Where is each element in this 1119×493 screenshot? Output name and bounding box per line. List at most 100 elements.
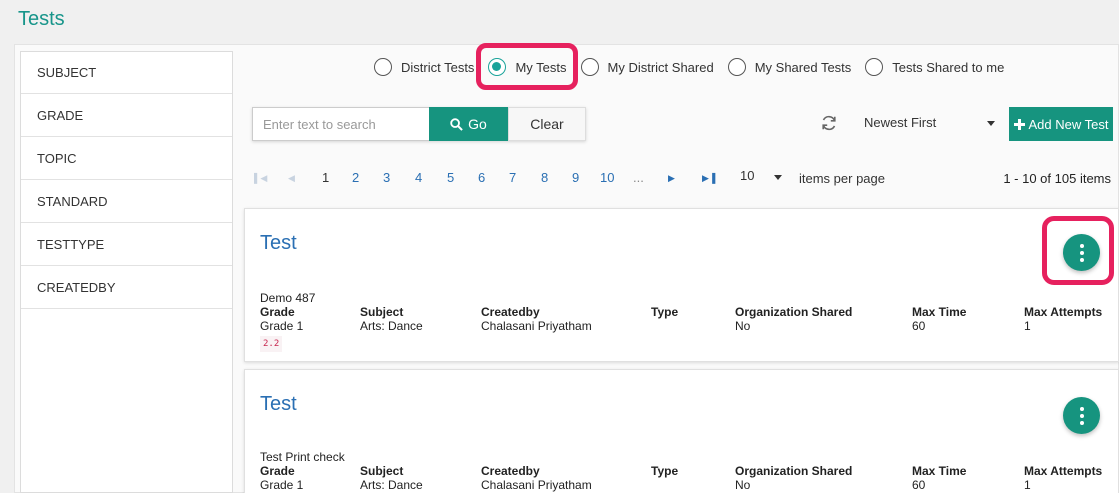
page-link[interactable]: 3 [383, 170, 390, 185]
highlight-box-my-tests [476, 43, 578, 90]
add-new-test-button[interactable]: Add New Test [1009, 107, 1113, 141]
page-ellipsis[interactable]: ... [633, 170, 644, 185]
grade-value: Grade 1 [260, 319, 304, 333]
filter-sidebar: SUBJECT GRADE TOPIC STANDARD TESTTYPE CR… [20, 51, 233, 493]
createdby-column: Createdby Chalasani Priyatham [481, 464, 592, 492]
page-link[interactable]: 8 [541, 170, 548, 185]
page-link[interactable]: 7 [509, 170, 516, 185]
sidebar-item-subject[interactable]: SUBJECT [21, 52, 232, 94]
search-bar: Go Clear [252, 107, 586, 141]
sidebar-item-label: GRADE [37, 107, 84, 123]
go-button[interactable]: Go [429, 107, 508, 141]
items-per-page-select[interactable]: 10 [740, 168, 754, 183]
page-link[interactable]: 6 [478, 170, 485, 185]
column-header: Createdby [481, 305, 540, 319]
column-header: Organization Shared [735, 464, 853, 478]
max-time-column: Max Time 60 [912, 464, 966, 492]
type-column: Type [651, 464, 678, 478]
prev-page-icon[interactable]: ◀ [288, 173, 295, 184]
page-title: Tests [18, 8, 65, 30]
org-shared-value: No [735, 319, 751, 333]
page-link[interactable]: 9 [572, 170, 579, 185]
highlight-box-options [1042, 216, 1114, 285]
grade-column: Grade Grade 1 2.2 [260, 305, 303, 352]
column-header: Grade [260, 305, 295, 319]
radio-button-icon[interactable] [580, 58, 599, 76]
test-card: Test Test Print check Grade Grade 1 Subj… [244, 369, 1119, 493]
grade-value: Grade 1 [260, 478, 304, 492]
radio-my-district-shared[interactable]: My District Shared [580, 58, 714, 76]
sidebar-item-label: TOPIC [37, 150, 77, 166]
search-icon [450, 117, 463, 131]
plus-icon [1013, 118, 1025, 130]
radio-label: Tests Shared to me [892, 59, 1005, 75]
column-header: Max Time [912, 464, 967, 478]
sidebar-item-grade[interactable]: GRADE [21, 94, 232, 137]
radio-button-icon[interactable] [374, 58, 392, 76]
page-link[interactable]: 2 [352, 170, 359, 185]
refresh-icon[interactable] [820, 114, 838, 132]
org-shared-column: Organization Shared No [735, 305, 852, 333]
test-title-link[interactable]: Test [260, 393, 297, 416]
max-time-value: 60 [912, 478, 926, 492]
org-shared-column: Organization Shared No [735, 464, 852, 492]
radio-label: My District Shared [607, 59, 714, 75]
sidebar-item-testtype[interactable]: TESTTYPE [21, 223, 232, 266]
chevron-down-icon[interactable] [774, 175, 782, 180]
standard-tag: 2.2 [260, 336, 283, 352]
sidebar-item-label: TESTTYPE [37, 236, 105, 252]
column-header: Max Attempts [1024, 464, 1103, 478]
radio-my-shared-tests[interactable]: My Shared Tests [727, 58, 852, 76]
more-options-icon[interactable] [1063, 397, 1100, 434]
column-header: Subject [360, 464, 404, 478]
org-shared-value: No [735, 478, 751, 492]
add-new-test-label: Add New Test [1028, 116, 1109, 132]
max-attempts-value: 1 [1024, 319, 1031, 333]
column-header: Type [651, 305, 679, 319]
grade-column: Grade Grade 1 [260, 464, 303, 492]
first-page-icon[interactable]: ▌◀ [254, 173, 267, 184]
radio-button-icon[interactable] [865, 58, 884, 76]
radio-label: My Shared Tests [754, 59, 852, 75]
sidebar-item-createdby[interactable]: CREATEDBY [21, 266, 232, 309]
page-link[interactable]: 5 [447, 170, 454, 185]
test-card: Test Demo 487 Grade Grade 1 2.2 Subject … [244, 208, 1119, 362]
sidebar-item-topic[interactable]: TOPIC [21, 137, 232, 180]
column-header: Max Time [912, 305, 967, 319]
column-header: Organization Shared [735, 305, 853, 319]
page-link[interactable]: 4 [415, 170, 422, 185]
column-header: Max Attempts [1024, 305, 1103, 319]
chevron-down-icon[interactable] [987, 121, 995, 126]
sidebar-item-label: STANDARD [37, 193, 108, 209]
subject-column: Subject Arts: Dance [360, 464, 423, 492]
next-page-icon[interactable]: ▶ [668, 173, 675, 184]
radio-tests-shared-to-me[interactable]: Tests Shared to me [865, 58, 1004, 76]
sidebar-item-standard[interactable]: STANDARD [21, 180, 232, 223]
test-title-link[interactable]: Test [260, 232, 297, 255]
max-attempts-value: 1 [1024, 478, 1031, 492]
max-attempts-column: Max Attempts 1 [1024, 464, 1102, 492]
column-header: Createdby [481, 464, 540, 478]
go-button-label: Go [468, 116, 487, 132]
last-page-icon[interactable]: ▶▐ [702, 173, 715, 184]
pagination-range: 1 - 10 of 105 items [1003, 171, 1111, 186]
test-scope-radio-group: District Tests My Tests My District Shar… [374, 58, 1004, 76]
column-header: Grade [260, 464, 295, 478]
column-header: Subject [360, 305, 404, 319]
sidebar-item-label: SUBJECT [37, 65, 97, 80]
max-time-column: Max Time 60 [912, 305, 966, 333]
max-time-value: 60 [912, 319, 926, 333]
createdby-value: Chalasani Priyatham [481, 478, 592, 492]
createdby-column: Createdby Chalasani Priyatham [481, 305, 592, 333]
clear-button[interactable]: Clear [508, 107, 586, 141]
radio-button-icon[interactable] [727, 58, 746, 76]
page-link[interactable]: 10 [600, 170, 614, 185]
search-input[interactable] [252, 107, 429, 141]
page-link[interactable]: 1 [322, 170, 329, 185]
sort-select[interactable]: Newest First [864, 115, 936, 130]
test-name: Demo 487 [260, 291, 316, 305]
type-column: Type [651, 305, 678, 319]
subject-value: Arts: Dance [360, 478, 423, 492]
radio-district-tests[interactable]: District Tests [374, 58, 474, 76]
subject-value: Arts: Dance [360, 319, 423, 333]
